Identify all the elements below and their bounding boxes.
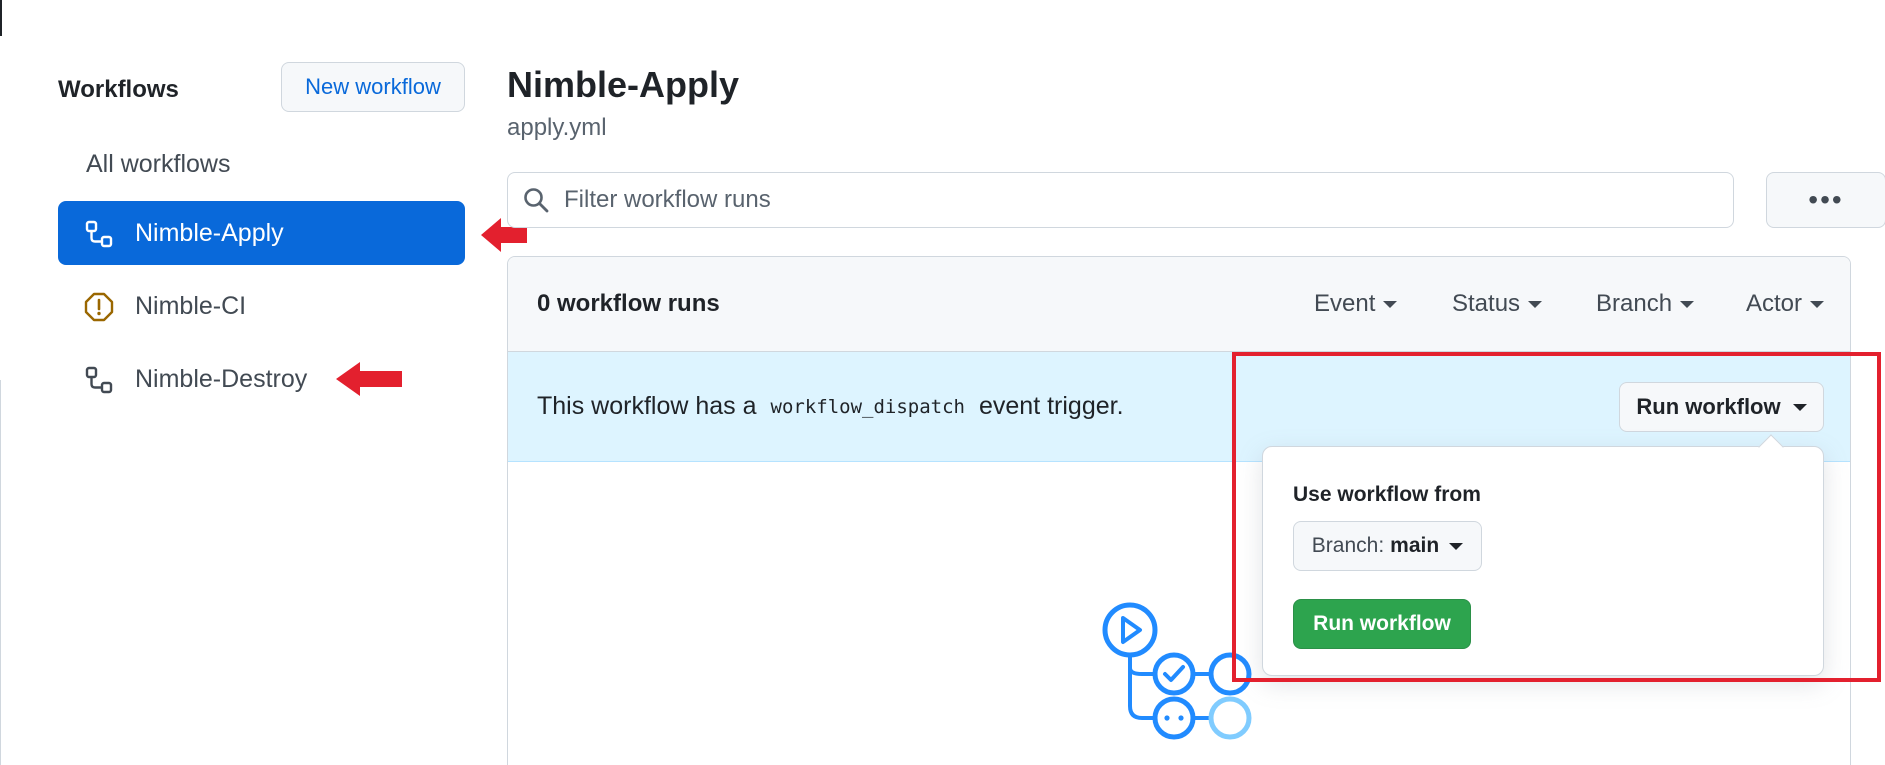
alert-octagon-icon: [84, 292, 114, 322]
sidebar-item-all-workflows[interactable]: All workflows: [58, 132, 465, 196]
runs-count: 0 workflow runs: [537, 290, 720, 317]
event-filter-menu[interactable]: Event: [1314, 290, 1398, 318]
sidebar-item-label: Nimble-CI: [135, 291, 247, 320]
cursor-mark: [0, 0, 2, 36]
annotation-arrow-icon: [336, 362, 402, 396]
filter-workflow-runs[interactable]: [507, 172, 1734, 228]
filter-label: Status: [1452, 290, 1521, 317]
new-workflow-button[interactable]: New workflow: [281, 62, 465, 112]
dispatch-code: workflow_dispatch: [770, 395, 965, 418]
filter-input[interactable]: [564, 181, 1714, 219]
triangle-down-icon: [1810, 300, 1825, 308]
kebab-horizontal-icon: •••: [1808, 184, 1844, 215]
sidebar-item-nimble-destroy[interactable]: Nimble-Destroy: [58, 347, 465, 411]
sidebar-item-label: Nimble-Destroy: [135, 364, 308, 393]
workflow-file-link[interactable]: apply.yml: [507, 114, 607, 142]
triangle-down-icon: [1528, 300, 1543, 308]
filter-label: Actor: [1746, 290, 1803, 317]
triangle-down-icon: [1680, 300, 1695, 308]
annotation-highlight-box: [1232, 352, 1881, 682]
sidebar-item-nimble-ci[interactable]: Nimble-CI: [58, 274, 465, 338]
sidebar-item-label: All workflows: [86, 149, 231, 178]
workflow-icon: [85, 220, 113, 248]
dispatch-message: This workflow has a workflow_dispatch ev…: [537, 392, 1124, 421]
runs-header: 0 workflow runs Event Status Branch Acto…: [508, 257, 1850, 352]
dispatch-text-before: This workflow has a: [537, 392, 757, 420]
sidebar-item-nimble-apply[interactable]: Nimble-Apply: [58, 201, 465, 265]
sidebar-title: Workflows: [58, 76, 179, 103]
page-title: Nimble-Apply: [507, 64, 740, 105]
status-filter-menu[interactable]: Status: [1452, 290, 1543, 318]
edge-divider: [0, 380, 1, 765]
branch-filter-menu[interactable]: Branch: [1596, 290, 1695, 318]
workflow-icon: [85, 366, 113, 394]
filter-label: Branch: [1596, 290, 1673, 317]
search-icon: [524, 188, 549, 213]
more-options-button[interactable]: •••: [1766, 172, 1885, 228]
app-root: Workflows New workflow All workflows Nim…: [0, 0, 1885, 765]
sidebar-item-label: Nimble-Apply: [135, 218, 284, 247]
filter-label: Event: [1314, 290, 1376, 317]
triangle-down-icon: [1383, 300, 1398, 308]
dispatch-text-after: event trigger.: [979, 392, 1124, 420]
actor-filter-menu[interactable]: Actor: [1746, 290, 1825, 318]
